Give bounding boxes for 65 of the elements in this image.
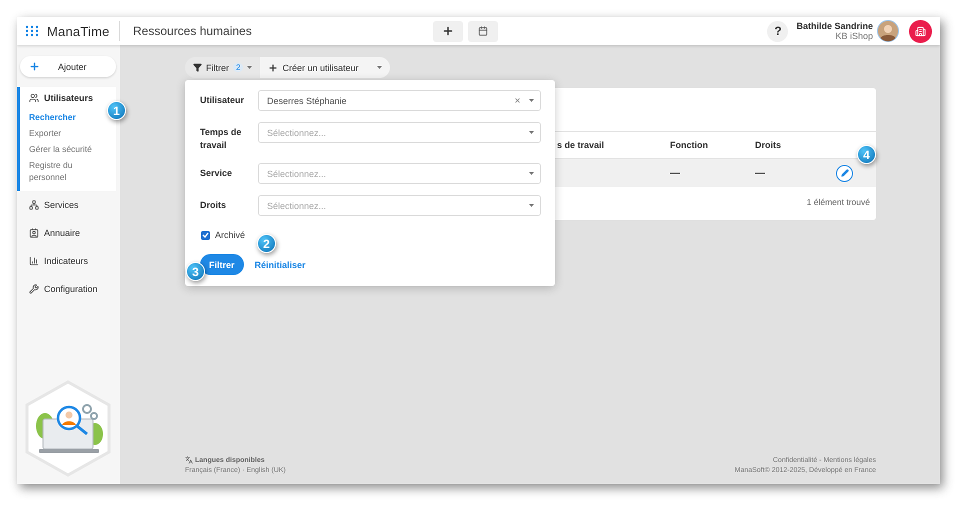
field-label: Utilisateur <box>200 94 246 107</box>
caret-icon <box>529 204 534 207</box>
company-name: KB iShop <box>835 31 873 41</box>
caret-icon <box>529 131 534 134</box>
create-user-button[interactable]: Créer un utilisateur <box>260 57 390 78</box>
plus-icon <box>268 62 278 72</box>
avatar[interactable] <box>877 20 899 42</box>
nav-label: Utilisateurs <box>44 93 94 103</box>
caret-icon <box>376 66 382 69</box>
nav-item[interactable]: Annuaire <box>17 219 120 247</box>
clear-icon[interactable] <box>514 97 521 104</box>
filter-icon <box>193 63 202 72</box>
nav-item[interactable]: Indicateurs <box>17 247 120 275</box>
languages-icon <box>185 456 193 464</box>
nav-subitem[interactable]: Registre du personnel <box>29 159 110 183</box>
nav-label: Indicateurs <box>44 256 88 266</box>
step-marker: 1 <box>107 101 126 120</box>
table-cell-text: — <box>670 168 681 178</box>
filter-button[interactable]: Filtrer 2 <box>185 57 260 78</box>
user-name: Bathilde Sandrine <box>796 21 873 31</box>
wrench-icon <box>29 284 39 294</box>
nav-subitem[interactable]: Rechercher <box>29 111 110 123</box>
add-button[interactable] <box>433 20 463 42</box>
nav-label: Annuaire <box>44 228 80 238</box>
checkbox[interactable] <box>201 230 210 240</box>
apply-filter-button[interactable]: Filtrer <box>200 254 244 275</box>
building-icon <box>915 26 926 36</box>
field-label: Droits <box>200 199 228 212</box>
edit-button[interactable] <box>836 164 853 182</box>
nav-item[interactable]: Utilisateurs <box>29 93 110 107</box>
result-count: 1 élément trouvé <box>806 196 871 209</box>
contact-card-icon <box>29 228 39 238</box>
calendar-icon <box>478 26 488 36</box>
plus-icon <box>442 25 454 37</box>
select-field[interactable]: Deserres Stéphanie <box>258 90 541 111</box>
nav-item[interactable]: Services <box>17 191 120 219</box>
nav-subitem[interactable]: Exporter <box>29 127 110 139</box>
users-icon <box>29 93 39 103</box>
nav-item[interactable]: Configuration <box>17 275 120 303</box>
caret-icon <box>247 66 252 69</box>
checkbox-label: Archivé <box>215 230 246 240</box>
help-button[interactable]: ? <box>767 20 788 42</box>
table-cell-text: — <box>755 168 766 178</box>
hierarchy-icon <box>29 200 39 210</box>
pencil-icon <box>840 169 848 177</box>
app-name: ManaTime <box>47 24 110 38</box>
caret-icon <box>529 172 534 175</box>
section-title: Ressources humaines <box>133 24 253 38</box>
reset-link[interactable]: Réinitialiser <box>254 260 306 270</box>
nav-label: Configuration <box>44 284 98 294</box>
plus-icon <box>29 61 40 72</box>
grid-dots-icon <box>25 25 39 37</box>
column-header: Droits <box>755 140 782 150</box>
field-label: Service <box>200 167 234 180</box>
calendar-button[interactable] <box>468 20 498 42</box>
nav-subitem[interactable]: Gérer la sécurité <box>29 143 110 155</box>
column-header: s de travail <box>557 140 606 150</box>
column-header: Fonction <box>670 140 709 150</box>
chart-icon <box>29 256 39 266</box>
add-button[interactable]: Ajouter <box>20 56 116 77</box>
nav-label: Services <box>44 200 79 210</box>
field-label: Temps de travail <box>200 126 242 152</box>
company-button[interactable] <box>909 20 932 42</box>
caret-icon <box>529 99 534 102</box>
filter-count: 2 <box>233 63 244 72</box>
